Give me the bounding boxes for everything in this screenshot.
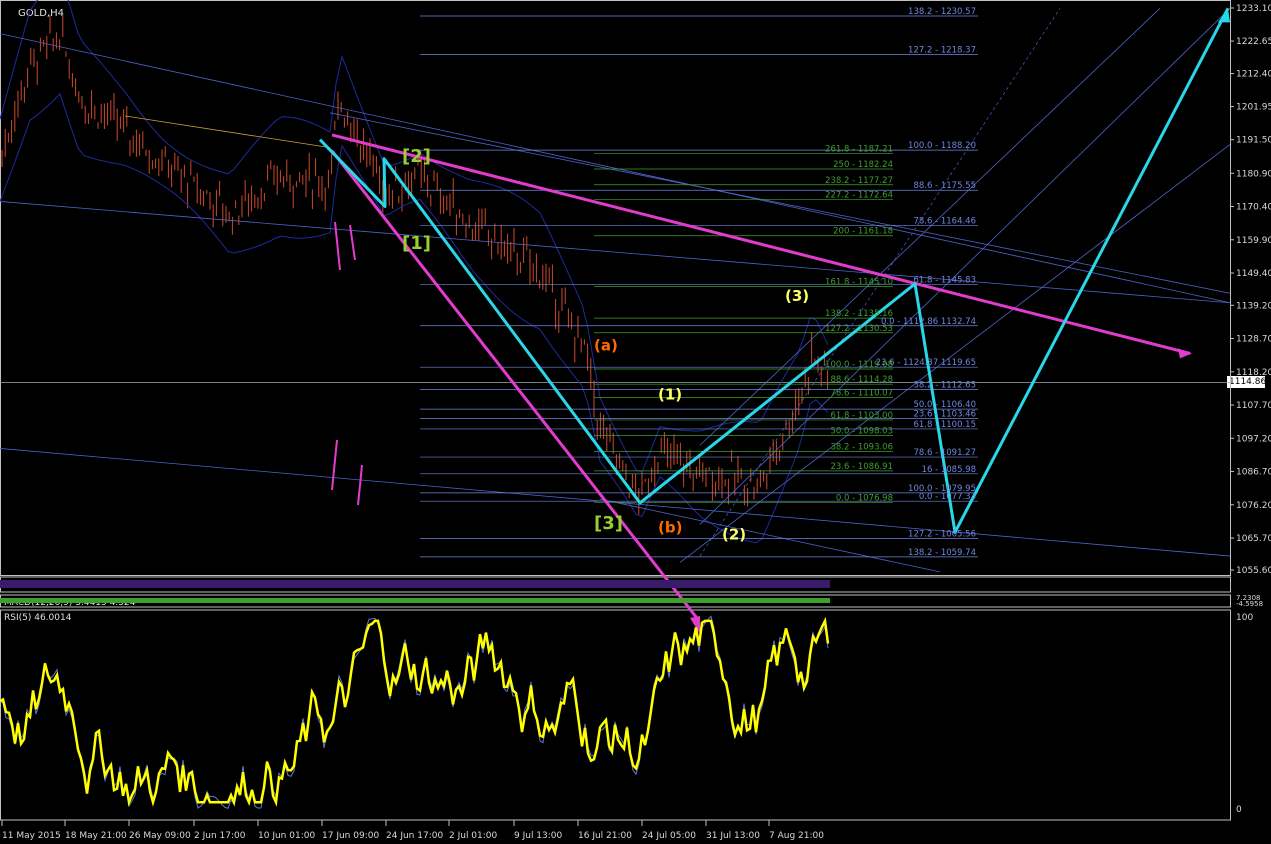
fib-level-label: 78.6 - 1164.46	[913, 216, 976, 226]
magenta-resistance-line	[331, 133, 1191, 355]
price-tick-label: 1086.70	[1236, 468, 1271, 478]
price-tick-label: 1107.70	[1236, 401, 1271, 411]
fib-level-label: 127.2 - 1218.37	[908, 46, 976, 56]
fib-level-label: 61.8 - 1145.83	[913, 275, 976, 285]
projection-arrowhead	[1218, 8, 1230, 23]
macd-band	[0, 598, 830, 603]
price-tick-label: 1180.90	[1236, 169, 1271, 179]
macd-tick-label: -4.5958	[1236, 600, 1263, 608]
price-tick-label: 1097.20	[1236, 434, 1271, 444]
fib-level-label: 61.8 - 1100.15	[913, 420, 976, 430]
time-tick-label: 2 Jun 17:00	[194, 831, 246, 841]
trend-line	[0, 201, 1231, 304]
fib-extension-label: 200 - 1161.18	[833, 227, 893, 237]
fib-extension-label: 261.8 - 1187.21	[825, 144, 893, 154]
fib-level-label: 127.2 - 1065.56	[908, 529, 976, 539]
wave-label: [2]	[402, 146, 431, 167]
price-tick-label: 1149.40	[1236, 269, 1271, 279]
wave-label: (3)	[785, 287, 809, 305]
magenta-arrow	[331, 439, 338, 491]
rsi-tick-label: 0	[1236, 805, 1242, 815]
fib-extension-label: 0.0 - 1076.98	[836, 493, 893, 503]
wave-label: [1]	[402, 233, 431, 254]
wave-label: (b)	[658, 518, 682, 536]
fib-level-label: 0.0 - 1112.86 1132.74	[881, 317, 976, 327]
price-tick-label: 1170.40	[1236, 203, 1271, 213]
price-tick-label: 1128.70	[1236, 335, 1271, 345]
fib-extension-label: 38.2 - 1093.06	[830, 442, 893, 452]
fib-extension-label: 250 - 1182.24	[833, 160, 893, 170]
fib-level-label: 38.2 - 1112.65	[913, 380, 976, 390]
time-tick-label: 2 Jul 01:00	[449, 831, 498, 841]
rsi-signal-line	[0, 615, 829, 809]
price-tick-label: 1065.70	[1236, 534, 1271, 544]
fib-level-label: 138.2 - 1059.74	[908, 548, 976, 558]
fib-extension-label: 23.6 - 1086.91	[830, 462, 893, 472]
fib-level-label: 138.2 - 1230.57	[908, 7, 976, 17]
fib-extension-label: 78.6 - 1110.07	[830, 389, 893, 399]
time-tick-label: 24 Jun 17:00	[386, 831, 443, 841]
fib-extension-label: 127.2 - 1130.53	[825, 324, 893, 334]
wave-label: [3]	[594, 513, 623, 534]
fib-level-label: 23.6 - 1103.46	[913, 409, 976, 419]
fib-level-label: 100.0 - 1188.20	[908, 141, 976, 151]
fib-extension-label: 161.8 - 1145.10	[825, 278, 893, 288]
fib-level-label: 78.6 - 1091.27	[913, 448, 976, 458]
fib-extension-label: 138.2 - 1135.16	[825, 309, 893, 319]
volume-band	[0, 580, 830, 588]
price-tick-label: 1139.20	[1236, 301, 1271, 311]
price-tick-label: 1201.95	[1236, 103, 1271, 113]
magenta-decline-line	[330, 149, 700, 621]
time-tick-label: 26 May 09:00	[129, 831, 191, 841]
time-tick-label: 9 Jul 13:00	[514, 831, 563, 841]
time-tick-label: 17 Jun 09:00	[322, 831, 379, 841]
price-tick-label: 1191.50	[1236, 136, 1271, 146]
time-tick-label: 31 Jul 13:00	[706, 831, 760, 841]
fib-extension-label: 61.8 - 1103.00	[830, 411, 893, 421]
fib-level-label: 0.0 - 1077.33	[919, 492, 976, 502]
price-chart[interactable]: 138.2 - 1230.57 127.2 - 1218.37 100.0 - 11…	[0, 0, 1271, 844]
price-tick-label: 1055.60	[1236, 566, 1271, 576]
trend-line	[699, 8, 1231, 525]
time-tick-label: 24 Jul 05:00	[642, 831, 696, 841]
rsi-line	[0, 616, 830, 807]
wave-label: (a)	[594, 336, 618, 354]
price-tick-label: 1212.40	[1236, 70, 1271, 80]
wave-label: (1)	[658, 385, 682, 403]
magenta-arrow	[357, 464, 363, 506]
fib-level-label: 88.6 - 1175.55	[913, 181, 976, 191]
fib-extension-label: 227.2 - 1172.64	[825, 190, 893, 200]
wave-projection-path	[318, 7, 1230, 534]
price-tick-label: 1076.20	[1236, 501, 1271, 511]
price-tick-label: 1233.10	[1236, 4, 1271, 14]
fib-extension-label: 50.0 - 1098.03	[830, 427, 893, 437]
time-tick-label: 7 Aug 21:00	[769, 831, 824, 841]
rsi-tick-label: 100	[1236, 613, 1253, 623]
price-tick-label: 1159.90	[1236, 236, 1271, 246]
price-tick-label: 1222.65	[1236, 37, 1271, 47]
fib-extension-label: 238.2 - 1177.27	[825, 176, 893, 186]
time-tick-label: 18 May 21:00	[65, 831, 127, 841]
wave-label: (2)	[722, 526, 746, 544]
fib-extension-label: 100.0 - 1119.08	[825, 360, 893, 370]
price-tick-label: 1118.20	[1236, 368, 1271, 378]
magenta-arrowhead	[1178, 348, 1192, 359]
time-tick-label: 10 Jun 01:00	[258, 831, 315, 841]
fib-level-label: 16 - 1085.98	[922, 465, 976, 475]
time-tick-label: 16 Jul 21:00	[578, 831, 632, 841]
fib-extension-label: 88.6 - 1114.28	[830, 375, 893, 385]
time-tick-label: 11 May 2015	[2, 831, 61, 841]
